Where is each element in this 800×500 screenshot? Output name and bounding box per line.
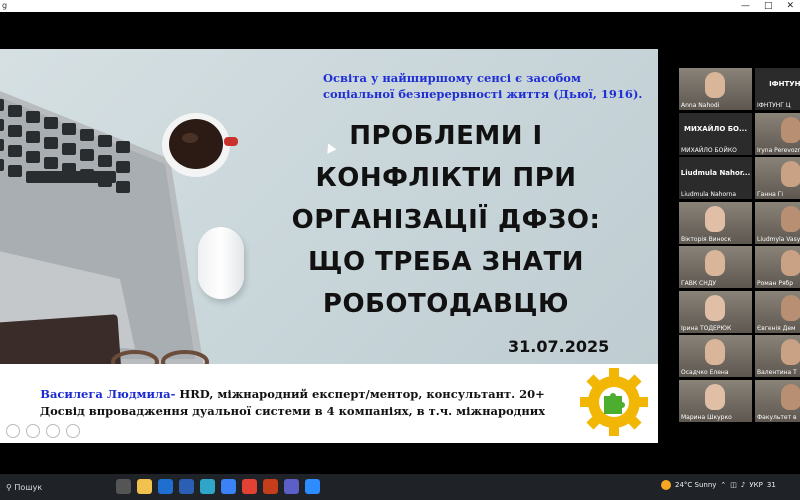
participant-tile[interactable]: Ганна Гі [755,157,800,199]
participant-tile[interactable]: Iryna Perevozni [755,113,800,155]
participant-tile[interactable]: Liudmyla Vasyle [755,202,800,244]
participant-name: Anna Nahodi [681,102,720,109]
outlook-icon[interactable] [158,479,173,494]
maximize-icon[interactable]: □ [764,0,773,12]
powerpoint-icon[interactable] [263,479,278,494]
participant-tile[interactable]: Валентина Т [755,335,800,377]
coffee-cup-image [162,113,238,177]
slide-pen-icon[interactable] [26,424,40,438]
taskbar-search-placeholder: Пошук [14,483,43,492]
participant-display-name: ІФНТУНГ Ц [769,80,800,88]
participant-tile[interactable]: Факультет в [755,380,800,422]
zoom-icon[interactable] [305,479,320,494]
participant-name: Ганна Гі [757,191,784,198]
participant-name: Liudmula Nahorna [681,191,736,198]
participant-display-name: Liudmula Nahor... [680,169,751,177]
participant-tile[interactable]: ГАВК СНДУ [679,246,752,288]
participant-name: Iryna Perevozni [757,147,800,154]
author-info: Василега Людмила- HRD, міжнародний експе… [20,386,565,420]
system-tray: 24°C Sunny ⌃ ◫ ♪ УКР 31 [661,480,776,490]
participant-tile[interactable]: Ірина ТОДЕРЮК [679,291,752,333]
participant-video [705,295,725,321]
edge-icon[interactable] [200,479,215,494]
search-icon: ⚲ [6,483,12,492]
slide-prev-icon[interactable] [6,424,20,438]
author-name: Василега Людмила- [40,387,176,401]
task-view-icon[interactable] [116,479,131,494]
close-icon[interactable]: ✕ [786,0,794,12]
participant-name: Роман Рябр [757,280,794,287]
participant-video [705,339,725,365]
word-icon[interactable] [179,479,194,494]
participant-name: МИХАЙЛО БОЙКО [681,147,737,154]
participant-video [781,250,800,276]
participant-name: ІФНТУНГ Ц [757,102,791,109]
participant-tile[interactable]: Вікторія Виноск [679,202,752,244]
participant-name: Ірина ТОДЕРЮК [681,325,732,332]
slide-date: 31.07.2025 [508,337,610,356]
explorer-icon[interactable] [137,479,152,494]
participant-video [781,295,800,321]
slide-background-photo: Освіта у найширшому сенсі є засобом соці… [0,49,658,364]
participant-video [781,161,800,187]
author-band: Василега Людмила- HRD, міжнародний експе… [0,364,658,443]
computer-mouse-image [198,227,244,299]
participant-display-name: МИХАЙЛО БО... [684,125,747,133]
participant-tile[interactable]: Євгенія Дем [755,291,800,333]
participant-video [705,206,725,232]
window-titlebar: g — □ ✕ [0,0,800,12]
weather-text[interactable]: 24°C Sunny [675,481,716,489]
store-icon[interactable] [221,479,236,494]
shared-slide: Освіта у найширшому сенсі є засобом соці… [0,49,658,443]
participant-tile[interactable]: ІФНТУНГ Ц ІФНТУНГ Ц [755,68,800,110]
participant-name: Вікторія Виноск [681,236,732,243]
taskbar-search[interactable]: ⚲ Пошук [0,481,106,495]
taskbar: ⚲ Пошук 24°C Sunny ⌃ ◫ ♪ УКР 31 [0,474,800,500]
clock[interactable]: 31 [767,481,776,489]
slide-more-icon[interactable] [66,424,80,438]
participant-tile[interactable]: Anna Nahodi [679,68,752,110]
participant-tile[interactable]: Liudmula Nahor... Liudmula Nahorna [679,157,752,199]
participant-video [705,250,725,276]
sun-icon [661,480,671,490]
chevron-up-icon[interactable]: ⌃ [720,481,726,489]
participant-video [781,117,800,143]
volume-icon[interactable]: ♪ [741,481,745,489]
participant-name: Факультет в [757,414,797,421]
language-indicator[interactable]: УКР [749,481,762,489]
participant-name: Валентина Т [757,369,797,376]
chrome-icon[interactable] [242,479,257,494]
participant-tile[interactable]: МИХАЙЛО БО... МИХАЙЛО БОЙКО [679,113,752,155]
minimize-icon[interactable]: — [741,0,750,12]
participant-video [781,384,800,410]
notebook-image [0,314,123,364]
participant-name: Осадчко Елена [681,369,729,376]
window-title: g [2,1,8,10]
slide-controls [6,424,80,438]
teams-icon[interactable] [284,479,299,494]
participant-video [781,339,800,365]
participant-name: Liudmyla Vasyle [757,236,800,243]
slide-zoom-icon[interactable] [46,424,60,438]
gear-puzzle-icon [580,368,648,436]
network-icon[interactable]: ◫ [730,481,737,489]
participant-video [705,384,725,410]
participant-tile[interactable]: Марина Шкурко [679,380,752,422]
participant-name: ГАВК СНДУ [681,280,717,287]
participant-name: Марина Шкурко [681,414,732,421]
participant-tile[interactable]: Роман Рябр [755,246,800,288]
slide-quote: Освіта у найширшому сенсі є засобом соці… [323,71,643,101]
taskbar-apps [116,479,320,494]
participant-tile[interactable]: Осадчко Елена [679,335,752,377]
participant-video [781,206,800,232]
glasses-image [111,350,209,364]
participant-name: Євгенія Дем [757,325,796,332]
participant-video [705,72,725,98]
